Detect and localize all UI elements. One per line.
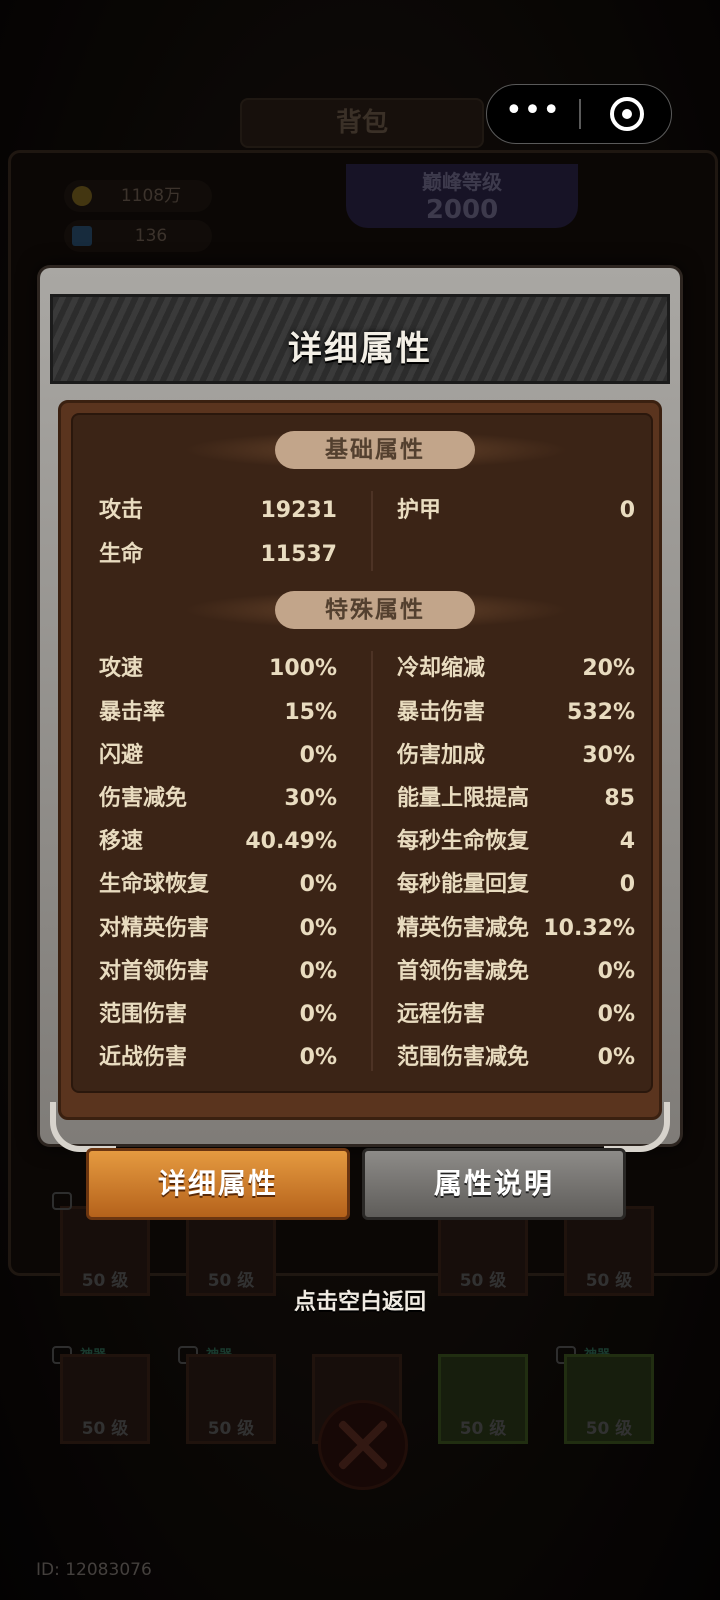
column-divider [371, 491, 373, 571]
stat-label: 每秒能量回复 [397, 872, 530, 897]
stat-value: 0% [597, 1002, 635, 1027]
tap-blank-to-return-hint: 点击空白返回 [293, 1290, 426, 1315]
stat-row: 伤害减免 30% [99, 781, 337, 817]
stat-row: 生命球恢复 0% [99, 867, 337, 903]
stat-value: 532% [567, 700, 635, 725]
more-menu-button[interactable]: ••• [487, 85, 579, 142]
stat-label: 生命球恢复 [99, 872, 210, 897]
stat-value: 0% [299, 1002, 337, 1027]
stat-value: 30% [284, 786, 337, 811]
stat-label: 远程伤害 [397, 1002, 486, 1027]
close-target-icon[interactable] [610, 97, 644, 131]
stat-label: 伤害加成 [397, 743, 486, 768]
stat-value: 0% [299, 872, 337, 897]
stat-label: 每秒生命恢复 [397, 829, 530, 854]
attribute-explanation-button[interactable]: 属性说明 [362, 1148, 626, 1220]
stat-value: 0 [619, 498, 635, 523]
stat-label: 范围伤害减免 [397, 1045, 530, 1070]
detail-attributes-button[interactable]: 详细属性 [86, 1148, 350, 1220]
stat-value: 40.49% [245, 829, 337, 854]
stats-panel: 基础属性 攻击 19231 护甲 0 生命 11537 特殊属性 攻速 100% 暴… [71, 413, 653, 1093]
stat-value: 15% [284, 700, 337, 725]
basic-section-title: 基础属性 [275, 431, 475, 469]
stat-label: 生命 [99, 542, 144, 567]
stat-attack: 攻击 19231 [99, 493, 337, 529]
stat-value: 0 [619, 872, 635, 897]
stat-row: 暴击伤害 532% [397, 695, 635, 731]
stat-label: 攻击 [99, 498, 144, 523]
stat-row: 攻速 100% [99, 651, 337, 687]
stat-value: 0% [299, 959, 337, 984]
stat-label: 首领伤害减免 [397, 959, 530, 984]
stat-value: 0% [299, 916, 337, 941]
stat-label: 伤害减免 [99, 786, 188, 811]
stat-row: 对精英伤害 0% [99, 911, 337, 947]
modal-header: 详细属性 [50, 294, 670, 384]
stat-label: 移速 [99, 829, 144, 854]
stat-health: 生命 11537 [99, 537, 337, 573]
stat-row: 每秒生命恢复 4 [397, 824, 635, 860]
stat-row: 移速 40.49% [99, 824, 337, 860]
stat-value: 0% [299, 1045, 337, 1070]
stat-value: 19231 [260, 498, 337, 523]
stat-label: 冷却缩减 [397, 656, 486, 681]
stat-label: 攻速 [99, 656, 144, 681]
stat-label: 范围伤害 [99, 1002, 188, 1027]
stat-armor: 护甲 0 [397, 493, 635, 529]
stat-label: 能量上限提高 [397, 786, 530, 811]
stat-row: 远程伤害 0% [397, 997, 635, 1033]
mini-program-capsule: ••• [486, 84, 672, 144]
stat-value: 20% [582, 656, 635, 681]
stat-label: 闪避 [99, 743, 144, 768]
stat-label: 对首领伤害 [99, 959, 210, 984]
stat-value: 10.32% [543, 916, 635, 941]
stat-value: 11537 [260, 542, 337, 567]
stat-row: 对首领伤害 0% [99, 954, 337, 990]
stat-value: 0% [597, 1045, 635, 1070]
stat-row: 近战伤害 0% [99, 1040, 337, 1076]
stat-value: 4 [619, 829, 635, 854]
stat-value: 100% [269, 656, 337, 681]
stat-row: 冷却缩减 20% [397, 651, 635, 687]
stat-label: 精英伤害减免 [397, 916, 530, 941]
stat-row: 暴击率 15% [99, 695, 337, 731]
stat-row: 首领伤害减免 0% [397, 954, 635, 990]
stat-row: 范围伤害 0% [99, 997, 337, 1033]
stat-row: 能量上限提高 85 [397, 781, 635, 817]
capsule-divider [579, 99, 581, 129]
column-divider [371, 651, 373, 1071]
stat-row: 伤害加成 30% [397, 738, 635, 774]
stat-label: 护甲 [397, 498, 442, 523]
stat-value: 0% [299, 743, 337, 768]
modal-body: 基础属性 攻击 19231 护甲 0 生命 11537 特殊属性 攻速 100% 暴… [58, 400, 662, 1120]
stat-value: 0% [597, 959, 635, 984]
stat-row: 每秒能量回复 0 [397, 867, 635, 903]
stat-row: 范围伤害减免 0% [397, 1040, 635, 1076]
stat-row: 闪避 0% [99, 738, 337, 774]
stat-label: 暴击率 [99, 700, 166, 725]
detail-attributes-modal: 详细属性 基础属性 攻击 19231 护甲 0 生命 11537 特殊属性 攻速… [40, 268, 680, 1152]
stat-label: 对精英伤害 [99, 916, 210, 941]
stat-value: 30% [582, 743, 635, 768]
modal-title: 详细属性 [288, 329, 432, 369]
stat-row: 精英伤害减免 10.32% [397, 911, 635, 947]
stat-value: 85 [604, 786, 635, 811]
ornament-corner [50, 1102, 116, 1152]
stat-label: 近战伤害 [99, 1045, 188, 1070]
stat-label: 暴击伤害 [397, 700, 486, 725]
special-section-title: 特殊属性 [275, 591, 475, 629]
